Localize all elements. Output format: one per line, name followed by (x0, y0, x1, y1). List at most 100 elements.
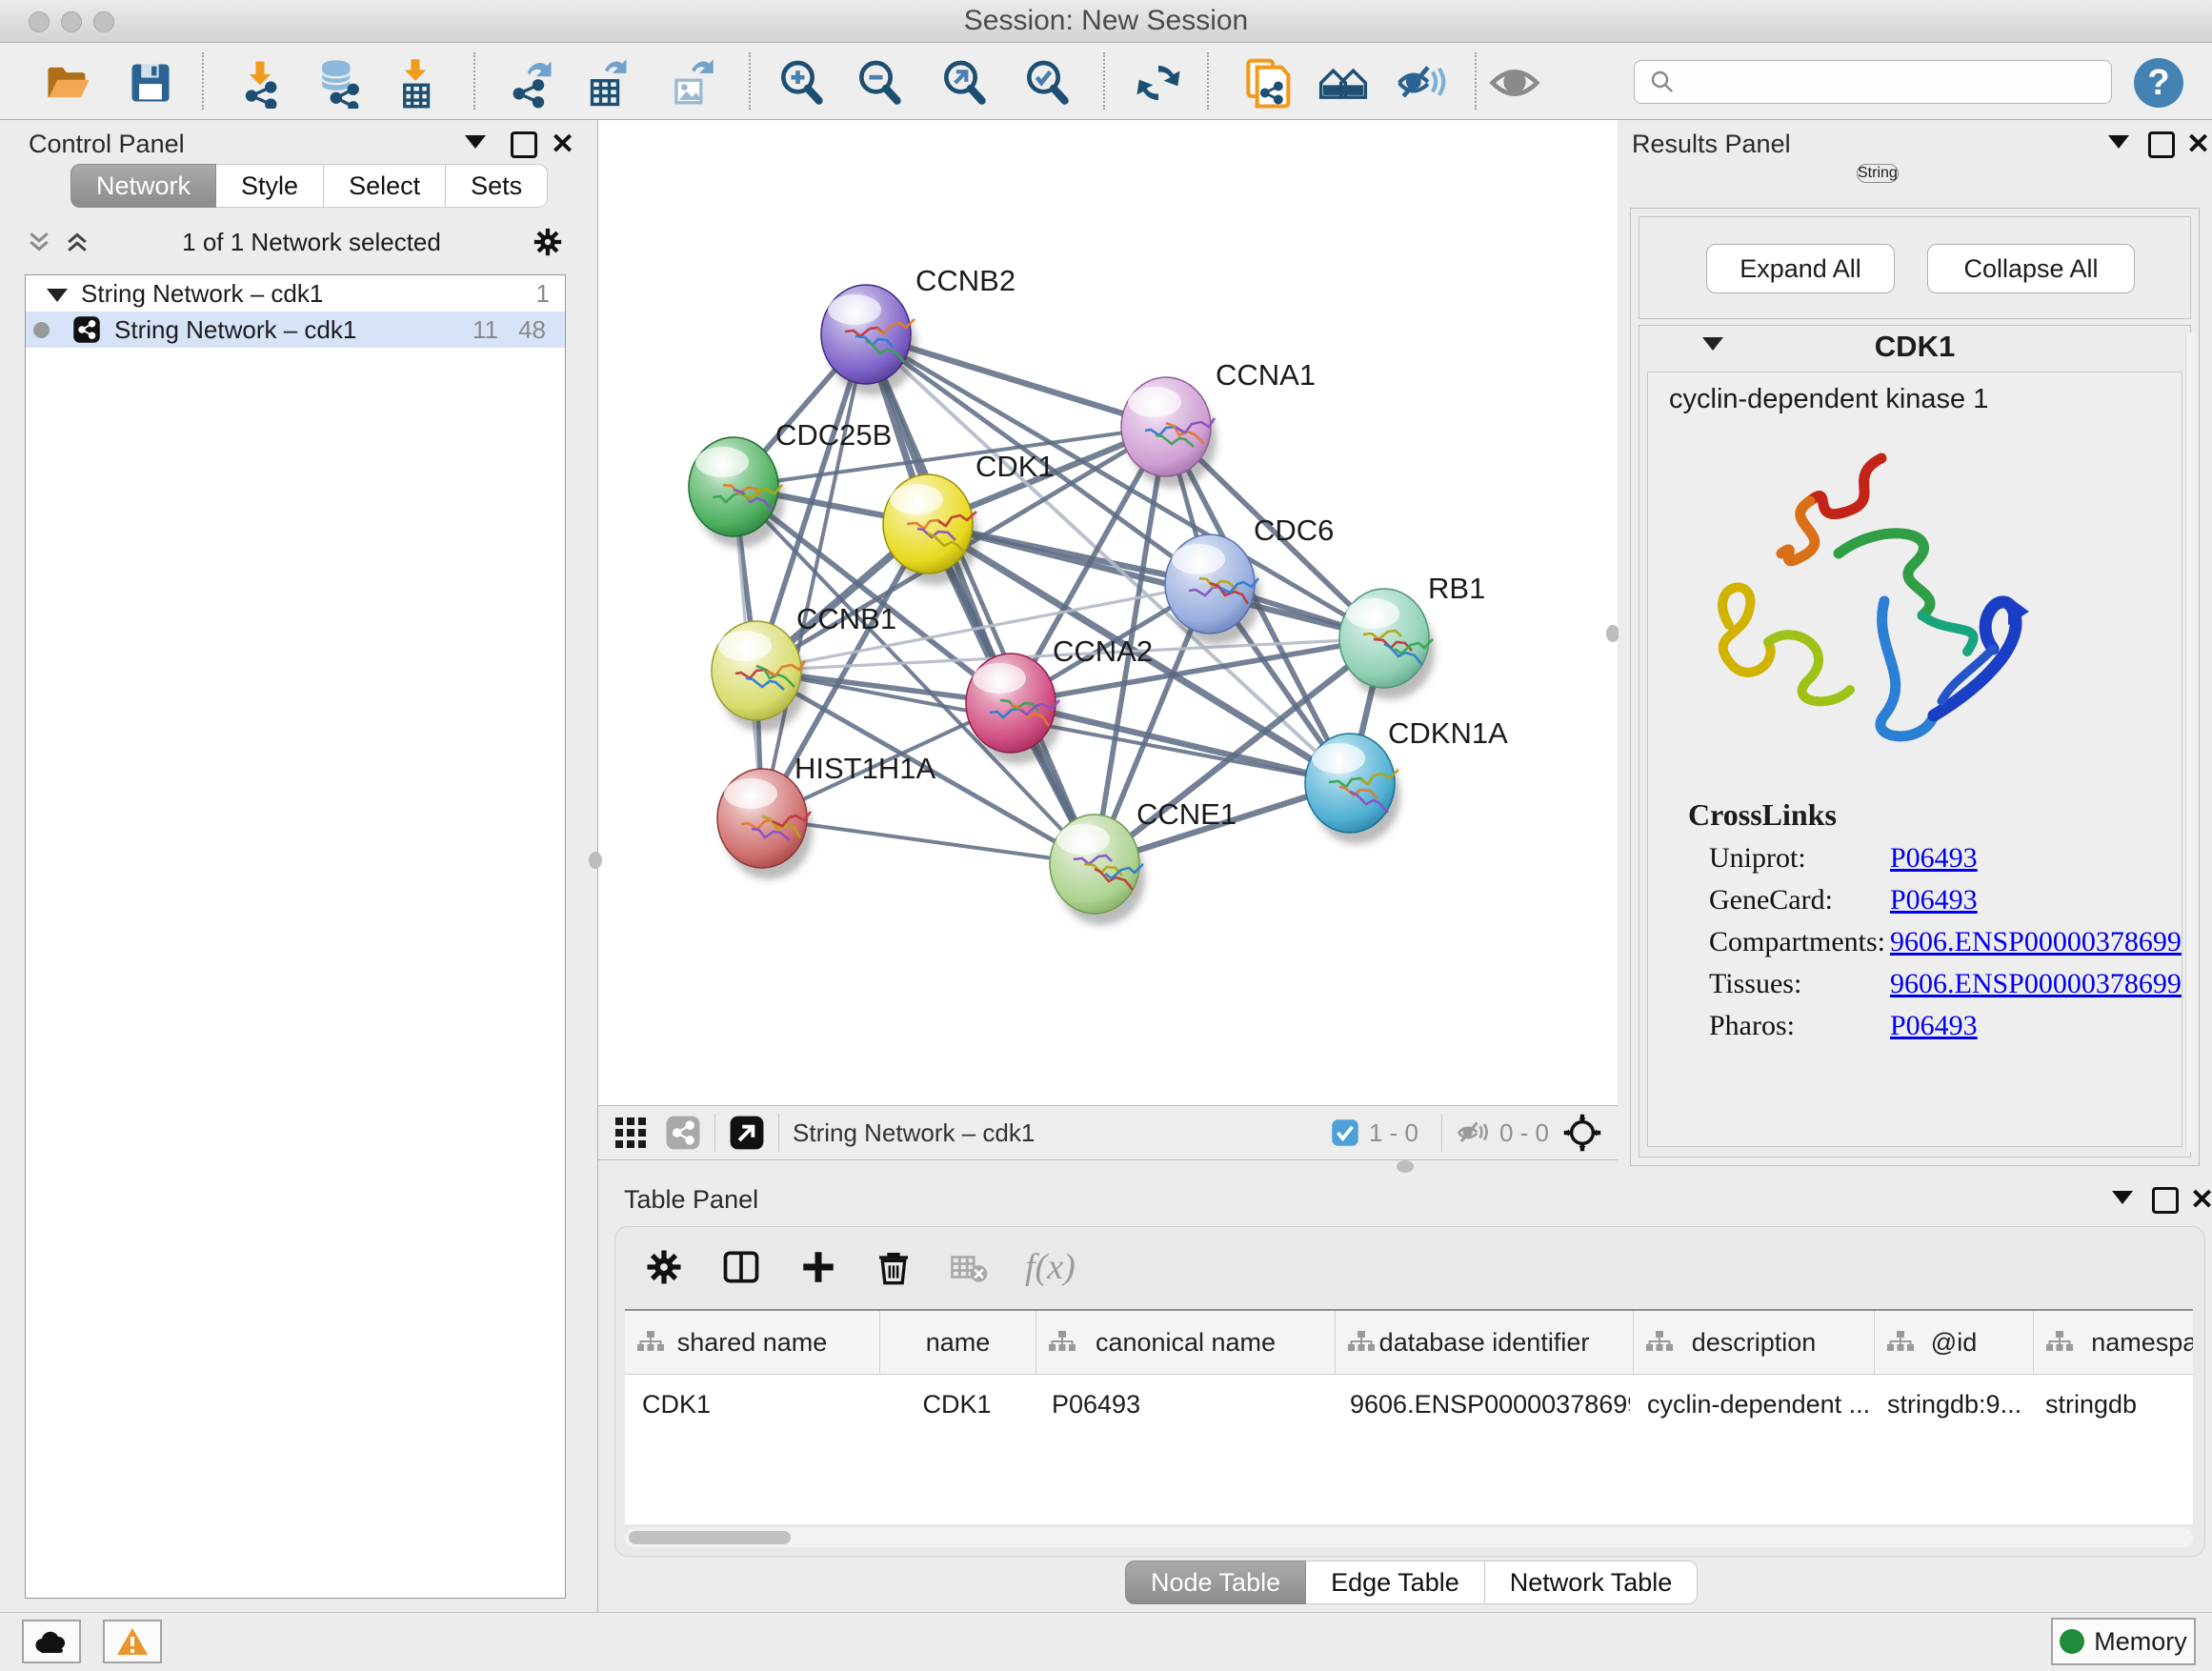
delete-column-icon[interactable] (875, 1248, 913, 1286)
control-panel-close-icon[interactable]: ✕ (551, 128, 574, 161)
network-node-CCNA2[interactable] (966, 654, 1061, 764)
zoom-in-icon[interactable] (774, 56, 828, 110)
network-node-HIST1H1A[interactable] (717, 769, 813, 879)
network-node-CDC25B[interactable] (689, 437, 784, 548)
network-node-CDKN1A[interactable] (1305, 734, 1400, 844)
table-panel-close-icon[interactable]: ✕ (2190, 1183, 2212, 1217)
open-file-icon[interactable] (41, 56, 94, 110)
network-node-CCNA1[interactable] (1121, 377, 1217, 488)
memory-button[interactable]: Memory (2051, 1618, 2196, 1665)
zoom-selected-icon[interactable] (1020, 56, 1074, 110)
expand-all-icon[interactable] (63, 228, 91, 256)
bottom-splitter-handle[interactable] (1397, 1160, 1414, 1173)
import-network-database-icon[interactable] (312, 56, 365, 110)
help-icon[interactable]: ? (2134, 58, 2183, 108)
node-table[interactable]: shared namenamecanonical namedatabase id… (625, 1309, 2193, 1524)
import-network-file-icon[interactable] (233, 56, 287, 110)
birds-eye-view-icon[interactable] (729, 1115, 765, 1151)
string-import-icon[interactable] (1239, 56, 1293, 110)
add-column-icon[interactable] (798, 1247, 838, 1287)
crosslink-link[interactable]: P06493 (1890, 842, 1978, 875)
results-scrollbar[interactable] (2185, 332, 2198, 1152)
network-row-selected[interactable]: String Network – cdk1 11 48 (26, 312, 565, 348)
column-header-database-identifier[interactable]: database identifier (1336, 1311, 1634, 1374)
tab-select[interactable]: Select (324, 164, 446, 208)
import-table-file-icon[interactable] (389, 56, 442, 110)
export-image-icon[interactable] (663, 56, 716, 110)
network-view-toolbar: String Network – cdk1 1 - 0 0 - 0 (598, 1105, 1618, 1160)
refresh-icon[interactable] (1132, 56, 1185, 110)
crosslink-link[interactable]: P06493 (1890, 884, 1978, 916)
collapse-all-button[interactable]: Collapse All (1927, 244, 2135, 293)
crosslink-link[interactable]: 9606.ENSP00000378699 (1890, 968, 2182, 1000)
results-panel-menu-icon[interactable] (2108, 135, 2129, 153)
column-header-@id[interactable]: @id (1875, 1311, 2034, 1374)
network-node-CDK1[interactable] (883, 474, 978, 585)
results-panel-close-icon[interactable]: ✕ (2186, 128, 2210, 161)
results-panel-title: Results Panel (1632, 130, 1791, 158)
control-panel-menu-icon[interactable] (465, 135, 486, 153)
left-splitter-handle[interactable] (589, 852, 602, 869)
results-panel-float-icon[interactable] (2148, 131, 2175, 163)
crosslink-link[interactable]: 9606.ENSP00000378699 (1890, 926, 2182, 958)
control-panel-float-icon[interactable] (511, 131, 537, 163)
collapse-all-icon[interactable] (25, 228, 53, 256)
network-collection-row[interactable]: String Network – cdk1 1 (26, 275, 565, 312)
main-toolbar: ? (0, 43, 2212, 120)
table-panel-float-icon[interactable] (2152, 1187, 2179, 1218)
grid-view-icon[interactable] (613, 1116, 648, 1150)
column-header-description[interactable]: description (1634, 1311, 1875, 1374)
cloud-button[interactable] (22, 1620, 81, 1663)
network-canvas[interactable]: CCNB2CCNA1CDC25BCDK1CDC6RB1CCNB1CCNA2CDK… (598, 120, 1618, 1105)
node-label-CDK1: CDK1 (975, 450, 1055, 483)
crosslink-row: Compartments:9606.ENSP00000378699 (1709, 926, 2182, 958)
network-node-CDC6[interactable] (1165, 534, 1260, 645)
show-columns-icon[interactable] (720, 1246, 762, 1288)
network-node-RB1[interactable] (1339, 589, 1435, 699)
table-panel-menu-icon[interactable] (2112, 1191, 2133, 1209)
fit-selected-crosshair-icon[interactable] (1562, 1113, 1602, 1153)
column-header-shared-name[interactable]: shared name (625, 1311, 880, 1374)
zoom-fit-icon[interactable] (937, 56, 991, 110)
selected-checkbox-icon[interactable] (1331, 1118, 1359, 1147)
table-cell: P06493 (1035, 1390, 1333, 1419)
right-splitter-handle[interactable] (1606, 625, 1619, 642)
crosslink-link[interactable]: P06493 (1890, 1010, 1978, 1042)
table-options-gear-icon[interactable] (644, 1247, 684, 1287)
tab-sets[interactable]: Sets (446, 164, 548, 208)
network-share-gray-icon[interactable] (665, 1115, 701, 1151)
column-type-tree-icon (1048, 1330, 1076, 1353)
control-panel: Control Panel ✕ Network Style Select Set… (0, 120, 598, 1612)
table-row[interactable]: CDK1CDK1P064939606.ENSP00000378699cyclin… (625, 1375, 2193, 1434)
export-table-icon[interactable] (578, 56, 632, 110)
column-header-name[interactable]: name (880, 1311, 1036, 1374)
node-label-CDKN1A: CDKN1A (1388, 716, 1508, 750)
column-header-namespace[interactable]: namespace (2034, 1311, 2193, 1374)
show-all-icon[interactable] (1488, 56, 1541, 110)
export-network-icon[interactable] (503, 56, 556, 110)
collection-expander-icon[interactable] (47, 279, 68, 309)
hide-selected-icon[interactable] (1395, 56, 1448, 110)
tab-edge-table[interactable]: Edge Table (1306, 1560, 1485, 1604)
warnings-button[interactable] (103, 1620, 162, 1663)
table-hscrollbar-thumb[interactable] (629, 1531, 791, 1544)
tab-network[interactable]: Network (70, 164, 216, 208)
tab-network-table[interactable]: Network Table (1485, 1560, 1699, 1604)
tab-string[interactable]: String (1857, 164, 1899, 183)
network-node-CCNE1[interactable] (1050, 815, 1145, 925)
search-input[interactable] (1684, 67, 2111, 98)
network-options-gear-icon[interactable] (532, 226, 564, 258)
tab-style[interactable]: Style (216, 164, 324, 208)
network-node-CCNB2[interactable] (821, 285, 916, 395)
gene-section-header[interactable]: CDK1 (1639, 326, 2190, 368)
crosslink-label: Uniprot: (1709, 842, 1890, 875)
zoom-out-icon[interactable] (853, 56, 906, 110)
column-type-tree-icon (2045, 1330, 2074, 1353)
first-neighbors-icon[interactable] (1317, 56, 1370, 110)
tab-node-table[interactable]: Node Table (1125, 1560, 1306, 1604)
save-session-icon[interactable] (124, 56, 177, 110)
crosslink-label: Tissues: (1709, 968, 1890, 1000)
expand-all-button[interactable]: Expand All (1706, 244, 1895, 293)
column-header-canonical-name[interactable]: canonical name (1036, 1311, 1336, 1374)
table-hscrollbar[interactable] (625, 1528, 2193, 1547)
